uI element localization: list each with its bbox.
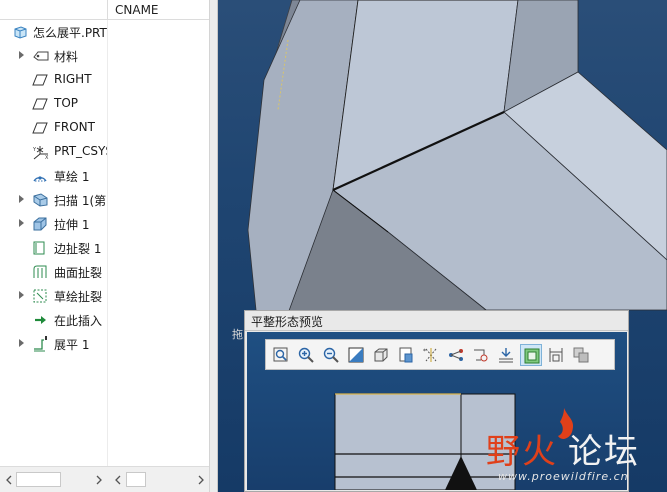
annotation-display-icon[interactable] [495, 344, 517, 366]
model-tree-header: CNAME [0, 0, 209, 20]
expand-arrow-icon[interactable] [19, 51, 24, 59]
csys-icon: YX [32, 144, 49, 161]
cname-column-header[interactable]: CNAME [115, 3, 159, 17]
scroll-left-icon[interactable] [3, 473, 15, 487]
sweep-icon [32, 192, 49, 208]
model-tree-panel: CNAME 怎么展平.PRT 材料 RIGHT TOP FRONT Y X PR… [0, 0, 210, 492]
extrude-icon [32, 216, 49, 232]
expand-arrow-icon[interactable] [19, 339, 24, 347]
tree-item-sketch-rip[interactable]: 草绘扯裂 [0, 284, 107, 308]
tree-item-label: 拉伸 1 [54, 218, 90, 232]
tree-item-label: 在此插入 [54, 314, 103, 328]
watermark-white-text: 论坛 [568, 432, 640, 472]
scroll-right-icon[interactable] [93, 473, 105, 487]
datum-plane-icon [32, 120, 49, 136]
panel-sash[interactable] [210, 0, 218, 492]
expand-arrow-icon[interactable] [19, 219, 24, 227]
tree-item-right-plane[interactable]: RIGHT [0, 68, 107, 92]
part-icon [12, 24, 29, 40]
surface-rip-icon [32, 264, 49, 280]
tree-item-extrude[interactable]: 拉伸 1 [0, 212, 107, 236]
tree-item-label: 展平 1 [54, 338, 90, 352]
tree-item-label: 材料 [54, 50, 79, 64]
tree-item-front-plane[interactable]: FRONT [0, 116, 107, 140]
scroll-thumb[interactable] [16, 472, 61, 487]
tree-item-label: FRONT [54, 120, 95, 134]
tree-item-top-plane[interactable]: TOP [0, 92, 107, 116]
tree-item-label: 扫描 1(第 [54, 194, 107, 208]
tree-item-label: 曲面扯裂 [54, 266, 103, 280]
tree-item-surface-rip[interactable]: 曲面扯裂 [0, 260, 107, 284]
sketch-rip-icon [32, 288, 49, 304]
tree-item-label: 边扯裂 1 [54, 242, 102, 256]
tree-item-label: TOP [54, 96, 79, 110]
scroll-right-icon[interactable] [195, 473, 207, 487]
tree-item-label: PRT_CSYS [54, 144, 107, 158]
preview-toolbar: * [265, 339, 615, 370]
datum-plane-icon [32, 96, 49, 112]
column-divider [107, 20, 108, 466]
tree-horizontal-scrollbar[interactable] [0, 466, 209, 492]
tree-item-part[interactable]: 怎么展平.PRT [0, 20, 107, 44]
zoom-out-icon[interactable] [320, 344, 342, 366]
display-style-icon[interactable] [370, 344, 392, 366]
tree-item-csys[interactable]: YX PRT_CSYS [0, 140, 107, 164]
viewport-text: 拖 [232, 328, 243, 341]
zoom-in-icon[interactable] [295, 344, 317, 366]
spin-center-icon[interactable] [470, 344, 492, 366]
tree-item-flatten[interactable]: 展平 1 [0, 332, 107, 356]
edge-rip-icon [32, 240, 49, 256]
expand-arrow-icon[interactable] [19, 291, 24, 299]
flatten-icon [32, 336, 49, 352]
material-icon [32, 48, 49, 64]
tree-item-label: 草绘扯裂 [54, 290, 103, 304]
dimension-icon[interactable] [545, 344, 567, 366]
scroll-thumb[interactable] [126, 472, 146, 487]
tree-item-sketch[interactable]: 草绘 1 [0, 164, 107, 188]
expand-arrow-icon[interactable] [19, 195, 24, 203]
sketch-icon [32, 168, 49, 184]
tree-item-label: RIGHT [54, 72, 92, 86]
tree-item-material[interactable]: 材料 [0, 44, 107, 68]
scroll-left-icon[interactable] [112, 473, 124, 487]
tree-item-insert-here[interactable]: 在此插入 [0, 308, 107, 332]
preview-title-separator [245, 330, 628, 331]
watermark-url: www.proewildfire.cn [498, 470, 629, 483]
preview-title: 平整形态预览 [251, 315, 324, 329]
saved-orientations-icon[interactable] [395, 344, 417, 366]
refit-icon[interactable] [270, 344, 292, 366]
site-watermark: 野火 论坛 www.proewildfire.cn [478, 408, 663, 490]
watermark-red-text: 野火 [486, 432, 558, 472]
svg-text:*: * [423, 348, 426, 355]
layer-icon[interactable] [570, 344, 592, 366]
tree-item-sweep[interactable]: 扫描 1(第 [0, 188, 107, 212]
column-separator[interactable] [107, 0, 108, 20]
insert-here-arrow-icon [32, 312, 49, 328]
datum-display-icon[interactable]: * [420, 344, 442, 366]
sketch-display-icon[interactable] [445, 344, 467, 366]
svg-text:Y: Y [32, 147, 37, 153]
svg-text:X: X [45, 155, 49, 161]
repaint-icon[interactable] [345, 344, 367, 366]
tree-item-label: 怎么展平.PRT [33, 26, 107, 40]
datum-plane-icon [32, 72, 49, 88]
tree-item-label: 草绘 1 [54, 170, 90, 184]
tree-item-edge-rip[interactable]: 边扯裂 1 [0, 236, 107, 260]
flat-pattern-view-icon[interactable] [520, 344, 542, 366]
